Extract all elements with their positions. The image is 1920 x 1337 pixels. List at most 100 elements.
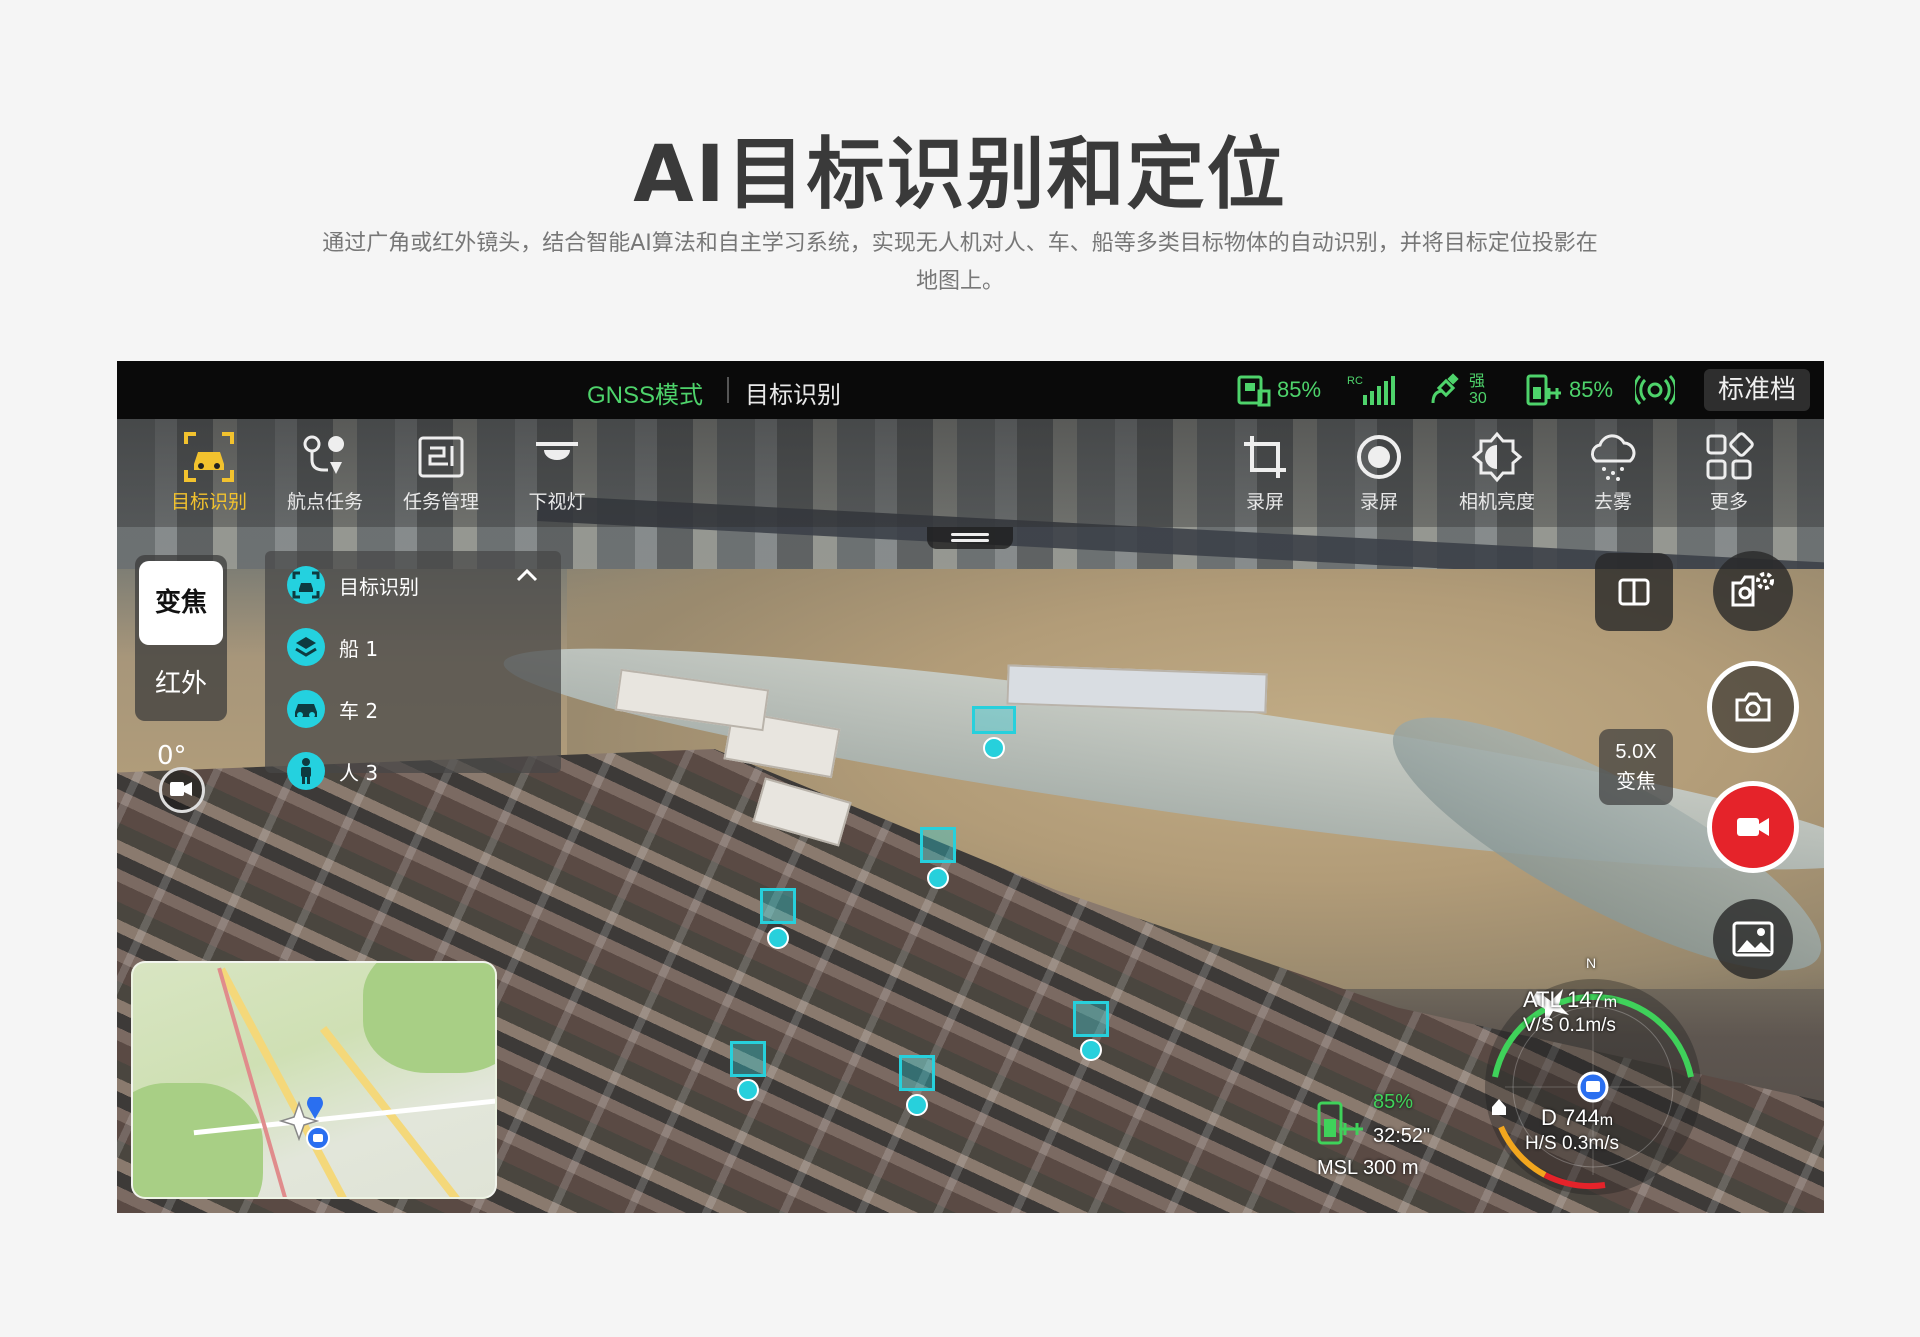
description-line-2: 地图上。 [915, 269, 1004, 294]
detection-box-person[interactable] [899, 1055, 935, 1091]
mini-map[interactable] [131, 961, 497, 1199]
detection-pin-car [1080, 1039, 1102, 1061]
detection-pin-person [767, 927, 789, 949]
target-item-boat[interactable]: 船 1 [287, 627, 378, 667]
top-toolbar: 目标识别 航点任务 任务管理 下视灯 录屏 录屏 相机亮度 去雾 更多 [117, 419, 1824, 527]
detection-box-boat[interactable] [972, 706, 1016, 734]
tool-defog[interactable]: 去雾 [1563, 427, 1663, 514]
page-title: AI目标识别和定位 [633, 130, 1287, 220]
person-icon [287, 752, 325, 790]
flight-mode[interactable]: GNSS模式 [587, 375, 703, 410]
bottom-light-icon [536, 442, 578, 460]
flight-profile-button[interactable]: 标准档 [1703, 369, 1810, 411]
defog-icon [1591, 434, 1636, 481]
battery-percentage: 85% [1373, 1091, 1414, 1113]
tool-camera-brightness[interactable]: 相机亮度 [1447, 427, 1547, 514]
drone-battery-icon [1317, 1101, 1363, 1145]
video-camera-icon [1737, 818, 1769, 836]
drone-battery-icon [1526, 374, 1561, 406]
target-panel-header[interactable]: 目标识别 [287, 565, 419, 605]
horizontal-speed: H/S 0.3m/s [1525, 1133, 1619, 1154]
tool-label: 录屏 [1359, 491, 1398, 513]
detection-pin-person [906, 1094, 928, 1116]
target-recognition-icon [287, 566, 325, 604]
rc-battery-value: 85% [1277, 377, 1322, 402]
gallery-icon [1732, 921, 1774, 957]
tool-label: 航点任务 [286, 491, 363, 513]
chevron-up-icon[interactable] [515, 565, 539, 589]
tool-record-screen[interactable]: 录屏 [1329, 427, 1429, 514]
svg-text:RC: RC [1347, 375, 1363, 387]
drone-battery: 85% [1525, 373, 1613, 407]
target-item-car[interactable]: 车 2 [287, 689, 378, 729]
rc-battery: 85% [1235, 373, 1321, 407]
tool-label: 下视灯 [528, 491, 586, 513]
video-record-button[interactable] [1707, 781, 1799, 873]
detection-pin-person [927, 867, 949, 889]
status-bar: GNSS模式 目标识别 85% RC 强 30 85% 标准档 [117, 361, 1824, 419]
map-pin-icon [307, 1097, 323, 1119]
altitude-msl: MSL 300 m [1317, 1157, 1419, 1179]
vertical-speed: V/S 0.1m/s [1523, 1015, 1616, 1036]
gps-strength: 强 [1469, 373, 1486, 390]
target-item-label: 船 1 [339, 636, 379, 661]
satellite-icon [1431, 373, 1459, 404]
tool-crop[interactable]: 录屏 [1215, 427, 1315, 514]
rc-signal: RC [1347, 373, 1397, 407]
car-target-icon [184, 432, 234, 482]
drone-battery-value: 85% [1569, 377, 1614, 402]
tool-bottom-light[interactable]: 下视灯 [507, 427, 607, 514]
task-manage-icon [418, 436, 464, 478]
camera-lens-switch: 变焦 红外 [135, 555, 227, 721]
tool-label: 目标识别 [170, 491, 247, 513]
remote-controller-battery-icon [1237, 375, 1271, 407]
zoom-lens-button[interactable]: 变焦 [139, 561, 223, 645]
split-screen-button[interactable] [1595, 553, 1673, 631]
split-screen-icon [1618, 578, 1650, 606]
toolbar-drawer-handle[interactable] [927, 527, 1013, 549]
flight-attitude-hud: N ATL 147m V/S 0.1m/s D 744m H/S 0.3m/s [1465, 955, 1721, 1213]
detection-box-person[interactable] [760, 888, 796, 924]
tool-waypoint-mission[interactable]: 航点任务 [275, 427, 375, 514]
tool-more[interactable]: 更多 [1679, 427, 1779, 514]
tool-label: 相机亮度 [1458, 491, 1535, 513]
flight-time-remaining: 32:52" [1373, 1125, 1431, 1147]
transmission-icon [1635, 374, 1675, 406]
photo-shutter-button[interactable] [1707, 661, 1799, 753]
tool-target-recognition[interactable]: 目标识别 [159, 427, 259, 514]
infrared-lens-button[interactable]: 红外 [135, 663, 227, 700]
target-recognition-panel: 目标识别 船 1 车 2 人 3 [265, 551, 561, 790]
distance: D 744m [1541, 1105, 1614, 1130]
home-point-icon [306, 1126, 330, 1150]
rc-signal-icon: RC [1347, 375, 1395, 405]
camera-icon [1735, 692, 1771, 722]
camera-settings-button[interactable] [1713, 551, 1793, 631]
zoom-value: 5.0X [1615, 741, 1657, 763]
app-screen: GNSS模式 目标识别 85% RC 强 30 85% 标准档 目标识别 航点任… [117, 361, 1824, 1213]
detection-box-car[interactable] [730, 1041, 766, 1077]
zoom-indicator[interactable]: 5.0X 变焦 [1599, 729, 1673, 805]
brightness-icon [1471, 431, 1523, 483]
camera-settings-icon [1731, 572, 1774, 607]
altitude-atl: ATL 147m [1523, 987, 1618, 1012]
gps-satellite-count: 30 [1469, 390, 1487, 407]
current-page-title: 目标识别 [745, 381, 841, 409]
more-apps-icon [1706, 432, 1754, 480]
target-item-label: 车 2 [339, 698, 379, 723]
crop-icon [1244, 436, 1286, 478]
tool-label: 更多 [1709, 491, 1748, 513]
gps-status: 强 30 [1429, 373, 1487, 407]
boat-icon [287, 628, 325, 666]
tool-task-management[interactable]: 任务管理 [391, 427, 491, 514]
gallery-button[interactable] [1713, 899, 1793, 979]
waypoint-icon [303, 435, 345, 474]
detection-pin-car [737, 1079, 759, 1101]
detection-pin-boat [983, 737, 1005, 759]
detection-box-car[interactable] [1073, 1001, 1109, 1037]
car-icon [287, 690, 325, 728]
tool-label: 录屏 [1245, 491, 1284, 513]
tool-label: 去雾 [1593, 491, 1632, 513]
gimbal-reset-icon[interactable] [159, 767, 205, 813]
detection-box-person[interactable] [920, 827, 956, 863]
target-item-person[interactable]: 人 3 [287, 751, 378, 791]
